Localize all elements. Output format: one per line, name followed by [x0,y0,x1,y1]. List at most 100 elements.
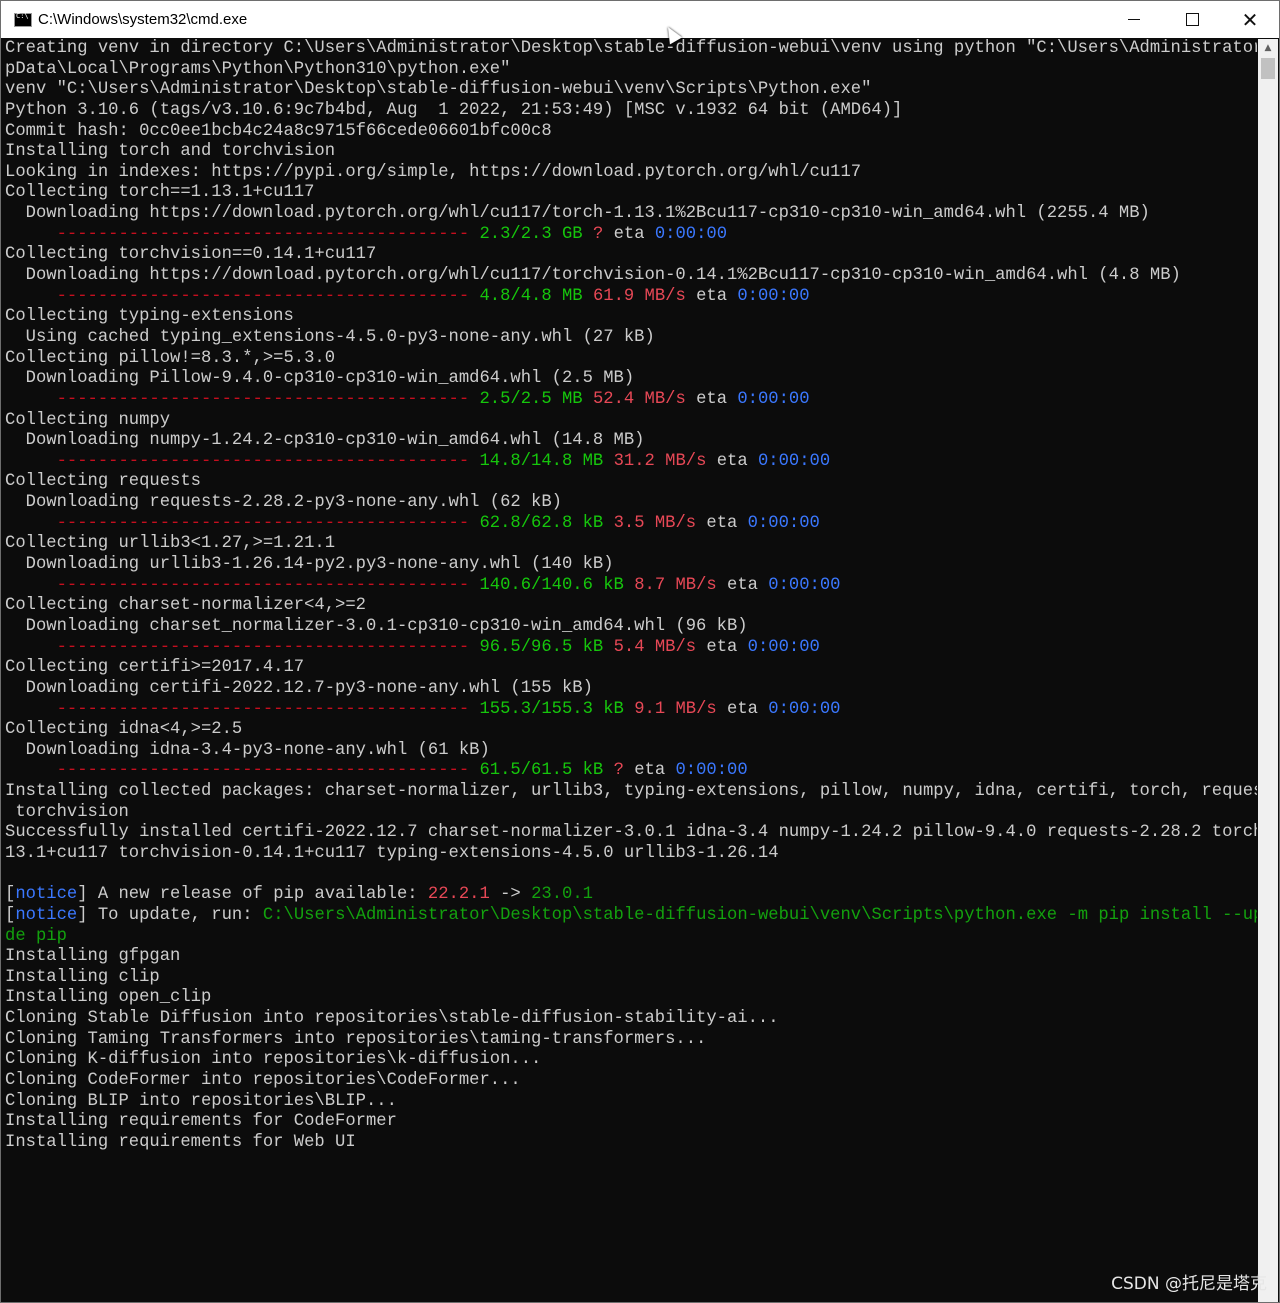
title-bar[interactable]: C:\Windows\system32\cmd.exe ✕ [1,1,1279,38]
console-line: Collecting torchvision==0.14.1+cu117 [5,245,1257,266]
console-line: Successfully installed certifi-2022.12.7… [5,823,1257,844]
maximize-button[interactable] [1163,1,1221,38]
console-text: Installing collected packages: charset-n… [5,782,1257,802]
console-line: venv "C:\Users\Administrator\Desktop\sta… [5,80,1257,101]
cmd-window: C:\Windows\system32\cmd.exe ✕ Creating v… [0,0,1280,1303]
console-text: 0:00:00 [737,389,810,409]
console-line: Downloading numpy-1.24.2-cp310-cp310-win… [5,431,1257,452]
console-line: Collecting pillow!=8.3.*,>=5.3.0 [5,349,1257,370]
console-line: Installing gfpgan [5,947,1257,968]
console-text: torchvision [5,802,129,822]
close-button[interactable]: ✕ [1221,1,1279,38]
console-text: ---------------------------------------- [5,451,470,471]
console-text: 22.2.1 [427,885,490,905]
console-text: eta [716,699,769,719]
console-line: pData\Local\Programs\Python\Python310\py… [5,60,1257,81]
console-text: 13.1+cu117 torchvision-0.14.1+cu117 typi… [5,843,779,863]
console-text: notice [15,885,78,905]
console-line: Collecting typing-extensions [5,307,1257,328]
console-text: Installing requirements for CodeFormer [5,1112,397,1132]
console-text: 0:00:00 [768,575,841,595]
console-text: 8.7 MB/s [634,575,717,595]
console-text: Downloading charset_normalizer-3.0.1-cp3… [5,616,748,636]
console-text: Downloading urllib3-1.26.14-py2.py3-none… [5,555,614,575]
console-text: C:\Users\Administrator\Desktop\stable-di… [262,905,1257,925]
console-line: Installing requirements for Web UI [5,1133,1257,1154]
vertical-scrollbar[interactable]: ▲ [1258,39,1278,1302]
console-text: [ [5,885,16,905]
console-text: 61.5/61.5 kB [479,761,604,781]
console-line: Downloading https://download.pytorch.org… [5,204,1257,225]
console-line: Commit hash: 0cc0ee1bcb4c24a8c9715f66ced… [5,122,1257,143]
console-text: Successfully installed certifi-2022.12.7… [5,823,1257,843]
console-text: Downloading certifi-2022.12.7-py3-none-a… [5,678,593,698]
console-text: 5.4 MB/s [613,637,697,657]
console-text: eta [696,513,748,533]
console-text: 3.5 MB/s [613,513,697,533]
minimize-button[interactable] [1105,1,1163,38]
scroll-thumb[interactable] [1261,58,1275,79]
console-line: Looking in indexes: https://pypi.org/sim… [5,163,1257,184]
console-text: 96.5/96.5 kB [479,637,604,657]
console-text: Using cached typing_extensions-4.5.0-py3… [5,327,655,347]
console-text: Cloning BLIP into repositories\BLIP... [5,1091,397,1111]
console-text: eta [696,637,748,657]
console-line: Cloning BLIP into repositories\BLIP... [5,1092,1257,1113]
console-text: Installing torch and torchvision [5,142,336,162]
console-line: ----------------------------------------… [5,638,1257,659]
console-text: ? [592,224,604,244]
console-line: Downloading urllib3-1.26.14-py2.py3-none… [5,555,1257,576]
console-text: Collecting torch==1.13.1+cu117 [5,183,315,203]
console-output[interactable]: Creating venv in directory C:\Users\Admi… [5,39,1257,1289]
console-text: [ [5,905,16,925]
minimize-icon [1128,19,1140,20]
console-text: venv "C:\Users\Administrator\Desktop\sta… [5,80,872,100]
watermark: CSDN @托尼是塔克 [1111,1274,1267,1294]
console-text: eta [685,389,738,409]
console-text: 140.6/140.6 kB [479,575,624,595]
console-line: Downloading certifi-2022.12.7-py3-none-a… [5,679,1257,700]
console-line: Collecting certifi>=2017.4.17 [5,658,1257,679]
console-text: ---------------------------------------- [5,224,470,244]
console-line: Cloning Stable Diffusion into repositori… [5,1009,1257,1030]
console-text: Installing open_clip [5,988,212,1008]
console-text: Downloading idna-3.4-py3-none-any.whl (6… [5,740,490,760]
scroll-up-arrow-icon[interactable]: ▲ [1258,39,1278,57]
console-text: ---------------------------------------- [5,761,470,781]
console-line: Collecting torch==1.13.1+cu117 [5,183,1257,204]
console-text: 23.0.1 [531,885,593,905]
console-text: Cloning K-diffusion into repositories\k-… [5,1050,542,1070]
console-line: Cloning CodeFormer into repositories\Cod… [5,1071,1257,1092]
console-line: Collecting urllib3<1.27,>=1.21.1 [5,534,1257,555]
console-line: Downloading requests-2.28.2-py3-none-any… [5,493,1257,514]
console-line: Downloading idna-3.4-py3-none-any.whl (6… [5,741,1257,762]
console-text: Python 3.10.6 (tags/v3.10.6:9c7b4bd, Aug… [5,100,903,120]
console-line: Installing requirements for CodeFormer [5,1112,1257,1133]
console-line: de pip [5,927,1257,948]
console-text: eta [685,286,738,306]
console-line: Collecting charset-normalizer<4,>=2 [5,596,1257,617]
console-line: Collecting idna<4,>=2.5 [5,720,1257,741]
console-text: Downloading requests-2.28.2-py3-none-any… [5,493,562,513]
console-text: Collecting certifi>=2017.4.17 [5,658,305,678]
caption-buttons: ✕ [1105,1,1279,38]
console-text: -> [489,885,532,905]
console-text: Collecting idna<4,>=2.5 [5,720,243,740]
maximize-icon [1185,13,1199,26]
cmd-app-icon[interactable] [14,12,32,27]
window-title: C:\Windows\system32\cmd.exe [38,11,248,28]
console-text: 0:00:00 [768,699,841,719]
